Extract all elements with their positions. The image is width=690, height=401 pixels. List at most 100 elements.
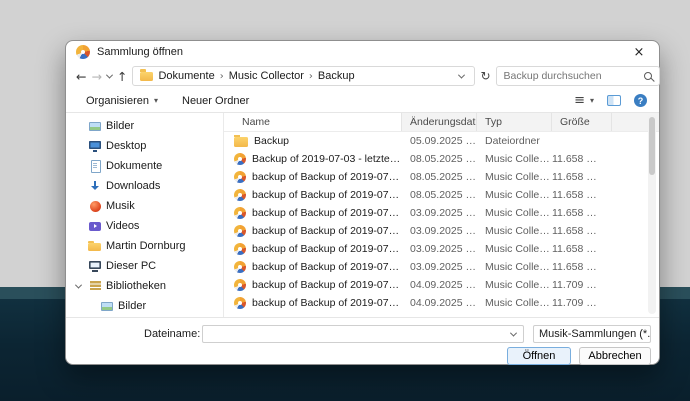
file-name: Backup of 2019-07-03 - letzte Version	[252, 153, 402, 165]
folder-icon	[140, 69, 154, 81]
file-name-cell: backup of Backup of 2019-07-03 - letzte …	[224, 171, 402, 183]
folder-icon	[234, 135, 248, 147]
file-row[interactable]: backup of Backup of 2019-07-03 - letzte …	[224, 222, 659, 240]
sidebar-item-bilder[interactable]: Bilder	[66, 116, 223, 136]
close-button[interactable]: ×	[619, 41, 659, 63]
file-size: 11.658 KB	[552, 225, 601, 237]
search-input[interactable]	[503, 70, 639, 82]
filetype-select[interactable]: Musik-Sammlungen (*.muc	[533, 325, 651, 343]
downloads-icon	[88, 179, 102, 193]
file-date: 03.09.2025 19:48	[410, 207, 477, 219]
sidebar-item-videos[interactable]: Videos	[66, 216, 223, 236]
column-header-änderungsdatum[interactable]: Änderungsdatum	[402, 113, 477, 131]
view-options-button[interactable]: ≡ ▾	[574, 93, 594, 108]
new-folder-button[interactable]: Neuer Ordner	[182, 95, 249, 107]
file-type: Music Collector	[485, 207, 552, 219]
file-row[interactable]: backup of Backup of 2019-07-03 - letzte …	[224, 240, 659, 258]
file-list: NameÄnderungsdatumTypGröße Backup 05.09.2…	[223, 113, 659, 317]
chevron-down-icon	[457, 71, 465, 79]
sidebar-item-label: Martin Dornburg	[106, 240, 186, 252]
file-row[interactable]: backup of Backup of 2019-07-03 - letzte …	[224, 258, 659, 276]
file-date: 03.09.2025 19:49	[410, 261, 477, 273]
column-header-typ[interactable]: Typ	[477, 113, 552, 131]
file-name-cell: backup of Backup of 2019-07-03 - letzte …	[224, 225, 402, 237]
breadcrumb-dropdown-button[interactable]	[455, 71, 467, 79]
chevron-down-icon[interactable]	[72, 281, 84, 289]
organize-menu-button[interactable]: Organisieren ▾	[86, 95, 158, 107]
file-name-cell: Backup	[224, 135, 402, 147]
videos-icon	[88, 219, 102, 233]
preview-pane-icon[interactable]	[607, 95, 621, 106]
sidebar-item-bilder[interactable]: Bilder	[66, 296, 223, 316]
open-button[interactable]: Öffnen	[507, 347, 571, 365]
cancel-button[interactable]: Abbrechen	[579, 347, 651, 365]
file-row[interactable]: backup of Backup of 2019-07-03 - letzte …	[224, 186, 659, 204]
sidebar-item-label: Bibliotheken	[106, 280, 166, 292]
file-row[interactable]: Backup 05.09.2025 13:34 Dateiordner	[224, 132, 659, 150]
desktop-icon	[88, 139, 102, 153]
list-view-icon: ≡	[574, 93, 585, 108]
forward-button[interactable]: →	[91, 69, 101, 84]
filename-dropdown-button[interactable]	[507, 329, 519, 337]
sidebar-item-label: Videos	[106, 220, 140, 232]
folder-icon	[88, 239, 102, 253]
pictures-icon	[100, 299, 114, 313]
file-row[interactable]: Backup of 2019-07-03 - letzte Version 08.…	[224, 150, 659, 168]
sidebar-item-musik[interactable]: Musik	[66, 196, 223, 216]
dialog-footer: Dateiname: Musik-Sammlungen (*.muc Öffne…	[66, 317, 659, 365]
organize-label: Organisieren	[86, 94, 149, 107]
sidebar-item-dieser-pc[interactable]: Dieser PC	[66, 256, 223, 276]
search-icon	[643, 72, 652, 80]
file-row[interactable]: backup of Backup of 2019-07-03 - letzte …	[224, 294, 659, 312]
file-size: 11.709 KB	[552, 297, 601, 309]
refresh-button[interactable]: ↻	[480, 69, 490, 83]
file-name-cell: backup of Backup of 2019-07-03 - letzte …	[224, 297, 402, 309]
file-type: Music Collector	[485, 297, 552, 309]
file-row[interactable]: backup of Backup of 2019-07-03 - letzte …	[224, 204, 659, 222]
sidebar-item-label: Musik	[106, 200, 135, 212]
filename-label: Dateiname:	[144, 328, 201, 340]
file-date: 08.05.2025 12:41	[410, 189, 477, 201]
music-collector-file-icon	[234, 153, 246, 165]
file-date: 03.09.2025 19:49	[410, 243, 477, 255]
scrollbar-thumb[interactable]	[649, 117, 655, 175]
vertical-scrollbar[interactable]	[648, 115, 656, 314]
filename-input[interactable]	[203, 326, 507, 342]
file-name: Backup	[254, 135, 290, 147]
file-date: 08.05.2025 12:41	[410, 153, 477, 165]
sidebar-item-downloads[interactable]: Downloads	[66, 176, 223, 196]
file-name-cell: backup of Backup of 2019-07-03 - letzte …	[224, 207, 402, 219]
back-button[interactable]: ←	[76, 69, 86, 84]
sidebar-item-dokumente[interactable]: Dokumente	[66, 156, 223, 176]
file-type: Dateiordner	[485, 135, 540, 147]
sidebar-item-martin-dornburg[interactable]: Martin Dornburg	[66, 236, 223, 256]
title-bar: Sammlung öffnen ×	[66, 41, 659, 63]
file-type: Music Collector	[485, 171, 552, 183]
breadcrumb: Dokumente › Music Collector › Backup	[132, 66, 476, 86]
file-name: backup of Backup of 2019-07-03 - letzte …	[252, 189, 402, 201]
file-date: 05.09.2025 13:34	[410, 135, 477, 147]
file-size: 11.658 KB	[552, 189, 601, 201]
file-name-cell: backup of Backup of 2019-07-03 - letzte …	[224, 243, 402, 255]
sidebar-item-desktop[interactable]: Desktop	[66, 136, 223, 156]
file-name: backup of Backup of 2019-07-03 - letzte …	[252, 297, 402, 309]
command-toolbar: Organisieren ▾ Neuer Ordner ≡ ▾ ?	[66, 89, 659, 113]
column-header-name[interactable]: Name	[224, 113, 402, 131]
file-name: backup of Backup of 2019-07-03 - letzte …	[252, 261, 402, 273]
file-date: 08.05.2025 12:41	[410, 171, 477, 183]
file-rows: Backup05.09.2025 13:34DateiordnerBackup …	[224, 132, 659, 312]
help-icon[interactable]: ?	[634, 94, 647, 107]
breadcrumb-item-music-collector[interactable]: Music Collector	[229, 70, 304, 82]
file-name: backup of Backup of 2019-07-03 - letzte …	[252, 207, 402, 219]
breadcrumb-item-dokumente[interactable]: Dokumente	[158, 70, 214, 82]
breadcrumb-item-backup[interactable]: Backup	[318, 70, 355, 82]
file-row[interactable]: backup of Backup of 2019-07-03 - letzte …	[224, 168, 659, 186]
column-header-größe[interactable]: Größe	[552, 113, 612, 131]
recent-locations-button[interactable]	[105, 71, 114, 79]
up-button[interactable]: ↑	[117, 69, 127, 84]
sidebar-item-bibliotheken[interactable]: Bibliotheken	[66, 276, 223, 296]
file-name: backup of Backup of 2019-07-03 - letzte …	[252, 171, 402, 183]
window-title: Sammlung öffnen	[97, 46, 184, 58]
filetype-value: Musik-Sammlungen (*.muc	[539, 328, 651, 340]
file-row[interactable]: backup of Backup of 2019-07-03 - letzte …	[224, 276, 659, 294]
